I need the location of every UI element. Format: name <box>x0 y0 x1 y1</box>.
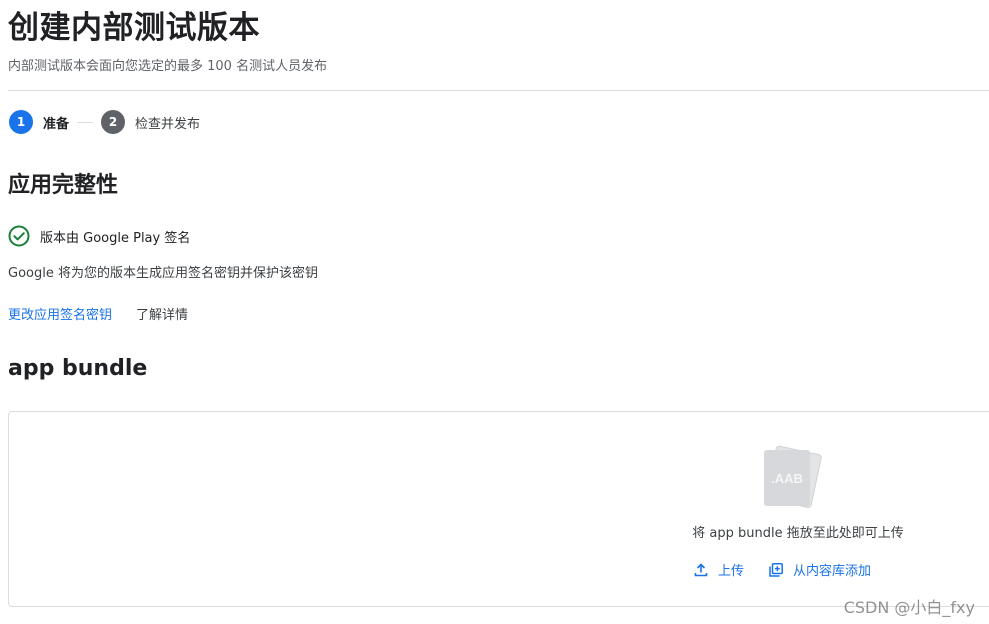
upload-icon <box>694 563 708 576</box>
step-review-and-release[interactable]: 2 检查并发布 <box>101 110 200 134</box>
step-number-badge: 2 <box>101 110 126 134</box>
upload-button[interactable]: 上传 <box>693 560 744 579</box>
step-label: 检查并发布 <box>135 116 201 132</box>
step-label: 准备 <box>43 116 70 132</box>
step-prepare[interactable]: 1 准备 <box>9 110 69 134</box>
add-from-library-label: 从内容库添加 <box>793 564 872 579</box>
app-integrity-links: 更改应用签名密钥 了解详情 <box>8 304 188 323</box>
signing-description: Google 将为您的版本生成应用签名密钥并保护该密钥 <box>8 266 318 281</box>
header-divider <box>8 90 989 91</box>
dropzone-hint: 将 app bundle 拖放至此处即可上传 <box>692 526 904 541</box>
aab-file-icon: .AAB <box>764 445 822 508</box>
change-signing-key-link[interactable]: 更改应用签名密钥 <box>8 304 112 323</box>
upload-button-label: 上传 <box>718 564 745 579</box>
signing-status-label: 版本由 Google Play 签名 <box>40 230 191 246</box>
add-from-library-button[interactable]: 从内容库添加 <box>768 560 871 579</box>
learn-more-link[interactable]: 了解详情 <box>136 304 188 323</box>
library-add-icon <box>769 562 783 577</box>
dropzone-actions: 上传 从内容库添加 <box>693 560 871 579</box>
page-subtitle: 内部测试版本会面向您选定的最多 100 名测试人员发布 <box>8 59 328 74</box>
step-connector <box>77 121 94 123</box>
signing-status: 版本由 Google Play 签名 <box>8 224 190 248</box>
release-stepper: 1 准备 2 检查并发布 <box>9 109 200 135</box>
page-title: 创建内部测试版本 <box>8 10 260 46</box>
aab-file-icon-label: .AAB <box>771 471 803 486</box>
app-bundle-heading: app bundle <box>8 356 148 381</box>
step-number-badge: 1 <box>9 110 33 134</box>
csdn-watermark: CSDN @小白_fxy <box>843 598 975 617</box>
check-circle-icon <box>8 225 30 247</box>
app-bundle-dropzone[interactable]: .AAB 将 app bundle 拖放至此处即可上传 上传 从内容库添加 <box>8 411 989 607</box>
app-integrity-heading: 应用完整性 <box>8 173 119 198</box>
